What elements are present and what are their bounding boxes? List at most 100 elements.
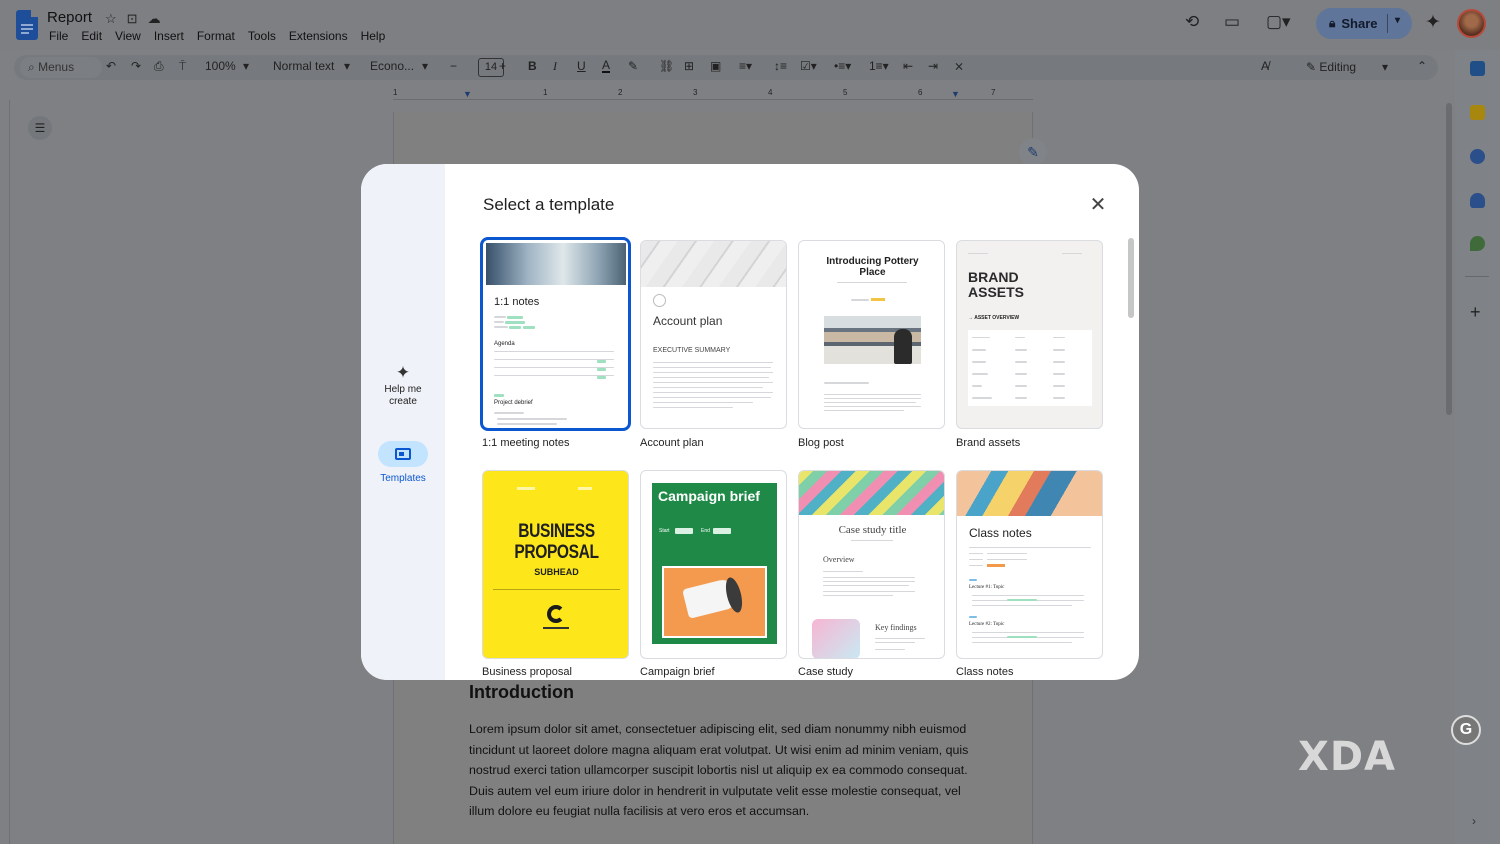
menu-file[interactable]: File — [49, 29, 68, 43]
menu-insert[interactable]: Insert — [154, 29, 184, 43]
template-card-brand-assets[interactable]: BRAND ASSETS → ASSET OVERVIEW — [956, 240, 1103, 429]
calendar-icon[interactable] — [1470, 61, 1485, 76]
print-icon[interactable]: ⎙ — [154, 59, 164, 74]
templates-pill — [378, 441, 428, 467]
horizontal-ruler[interactable]: 1 1 2 3 4 5 6 7 ▼ ▼ — [393, 88, 1033, 100]
add-addon-icon[interactable]: + — [1470, 302, 1481, 323]
collapse-toolbar-icon[interactable]: ⌃ — [1417, 59, 1427, 73]
paint-format-icon[interactable]: ⍑ — [179, 59, 186, 74]
template-label[interactable]: Blog post — [798, 437, 844, 449]
template-card-campaign-brief[interactable]: Campaign brief Start End — [640, 470, 787, 659]
redo-icon[interactable]: ↷ — [131, 59, 141, 73]
star-icon[interactable]: ☆ — [105, 11, 117, 27]
clear-formatting-icon[interactable]: ⨯ — [954, 59, 964, 73]
template-label[interactable]: Campaign brief — [640, 666, 715, 678]
left-indent-marker-icon[interactable]: ▼ — [463, 89, 472, 99]
template-card-account-plan[interactable]: Account plan EXECUTIVE SUMMARY — [640, 240, 787, 429]
document-title[interactable]: Report — [47, 9, 92, 26]
share-label: Share — [1341, 16, 1378, 31]
menus-search[interactable]: ⌕ Menus — [20, 57, 102, 78]
document-scrollbar[interactable] — [1446, 103, 1452, 415]
link-icon[interactable]: ⛓ — [659, 59, 674, 73]
text-color-icon[interactable]: A — [602, 59, 611, 73]
zoom-select[interactable]: 100% — [205, 59, 236, 73]
template-label[interactable]: 1:1 meeting notes — [482, 437, 569, 449]
template-card-meeting-notes[interactable]: 1:1 notes Agenda Project debrief — [480, 237, 631, 431]
menu-view[interactable]: View — [115, 29, 141, 43]
right-indent-marker-icon[interactable]: ▼ — [951, 89, 960, 99]
menu-tools[interactable]: Tools — [248, 29, 276, 43]
numbered-list-icon[interactable]: 1≡▾ — [869, 59, 889, 73]
template-label[interactable]: Brand assets — [956, 437, 1020, 449]
maps-icon[interactable] — [1470, 236, 1485, 251]
bold-icon[interactable]: B — [528, 59, 537, 73]
checklist-icon[interactable]: ☑▾ — [800, 59, 817, 73]
contacts-icon[interactable] — [1470, 193, 1485, 208]
document-heading[interactable]: Introduction — [469, 682, 574, 703]
dialog-title: Select a template — [483, 195, 615, 214]
document-outline-icon[interactable]: ☰ — [28, 116, 52, 140]
meet-icon[interactable]: ▢▾ — [1266, 12, 1291, 32]
expand-panel-icon[interactable]: › — [1472, 814, 1476, 828]
template-card-business-proposal[interactable]: BUSINESS PROPOSAL SUBHEAD — [482, 470, 629, 659]
rail-templates[interactable]: Templates — [361, 441, 445, 485]
thumbnail-subtitle: Agenda — [494, 341, 515, 347]
undo-icon[interactable]: ↶ — [106, 59, 116, 73]
spellcheck-icon[interactable]: A̸ — [1261, 59, 1269, 73]
template-label[interactable]: Account plan — [640, 437, 704, 449]
ruler-number: 6 — [918, 88, 923, 97]
menu-format[interactable]: Format — [197, 29, 235, 43]
tasks-icon[interactable] — [1470, 149, 1485, 164]
thumbnail-subtitle: End — [701, 528, 710, 534]
menu-extensions[interactable]: Extensions — [289, 29, 348, 43]
style-select[interactable]: Normal text — [273, 59, 334, 73]
share-button[interactable]: 🔒︎ Share ▾ — [1316, 8, 1412, 39]
dialog-scrollbar[interactable] — [1128, 238, 1134, 318]
underline-icon[interactable]: U — [577, 59, 586, 73]
version-history-icon[interactable]: ⟲ — [1185, 12, 1199, 32]
align-icon[interactable]: ≡▾ — [739, 59, 752, 73]
menu-edit[interactable]: Edit — [81, 29, 102, 43]
increase-indent-icon[interactable]: ⇥ — [928, 59, 938, 73]
docs-logo-icon[interactable] — [16, 10, 38, 40]
template-card-case-study[interactable]: Case study title Overview Key findings — [798, 470, 945, 659]
template-label[interactable]: Case study — [798, 666, 853, 678]
font-dropdown-icon[interactable]: ▾ — [422, 59, 428, 73]
share-dropdown-icon[interactable]: ▾ — [1395, 15, 1400, 26]
templates-icon — [395, 448, 411, 460]
thumbnail-title: BUSINESS PROPOSAL — [514, 521, 599, 563]
mode-dropdown-icon: ▾ — [1382, 60, 1389, 74]
grammarly-icon[interactable]: G — [1451, 715, 1481, 745]
template-label[interactable]: Class notes — [956, 666, 1013, 678]
italic-icon[interactable]: I — [553, 59, 557, 74]
avatar[interactable] — [1457, 9, 1486, 38]
vertical-ruler[interactable] — [0, 100, 10, 844]
move-folder-icon[interactable]: ⊡ — [127, 11, 138, 27]
line-spacing-icon[interactable]: ↕≡ — [774, 59, 787, 73]
gemini-icon[interactable]: ✦ — [1425, 11, 1441, 34]
page-edit-icon[interactable]: ✎ — [1019, 138, 1047, 166]
cloud-status-icon[interactable]: ☁ — [148, 11, 161, 27]
style-dropdown-icon[interactable]: ▾ — [344, 59, 350, 73]
template-card-class-notes[interactable]: Class notes Lecture #1: Topic Lecture #2… — [956, 470, 1103, 659]
insert-image-icon[interactable]: ▣ — [710, 59, 721, 73]
add-comment-icon[interactable]: ⊞ — [684, 59, 694, 73]
highlight-icon[interactable]: ✎ — [628, 59, 638, 73]
editing-mode-select[interactable]: ✎ Editing ▾ — [1292, 57, 1412, 78]
comments-icon[interactable]: ▭ — [1224, 12, 1240, 32]
close-icon[interactable]: ✕ — [1086, 193, 1110, 217]
increase-font-icon[interactable]: + — [499, 59, 506, 73]
zoom-dropdown-icon[interactable]: ▾ — [243, 59, 249, 73]
decrease-font-icon[interactable]: − — [450, 59, 457, 73]
document-paragraph[interactable]: Lorem ipsum dolor sit amet, consectetuer… — [469, 719, 969, 822]
decrease-indent-icon[interactable]: ⇤ — [903, 59, 913, 73]
template-label[interactable]: Business proposal — [482, 666, 572, 678]
menu-help[interactable]: Help — [361, 29, 386, 43]
thumbnail-subtitle: Key findings — [875, 623, 917, 632]
rail-help-me-create[interactable]: ✦ Help me create — [361, 364, 445, 408]
dialog-rail: ✦ Help me create Templates — [361, 164, 445, 680]
template-card-blog-post[interactable]: Introducing Pottery Place — [798, 240, 945, 429]
bulleted-list-icon[interactable]: •≡▾ — [834, 59, 851, 73]
font-select[interactable]: Econo... — [370, 59, 414, 73]
keep-icon[interactable] — [1470, 105, 1485, 120]
